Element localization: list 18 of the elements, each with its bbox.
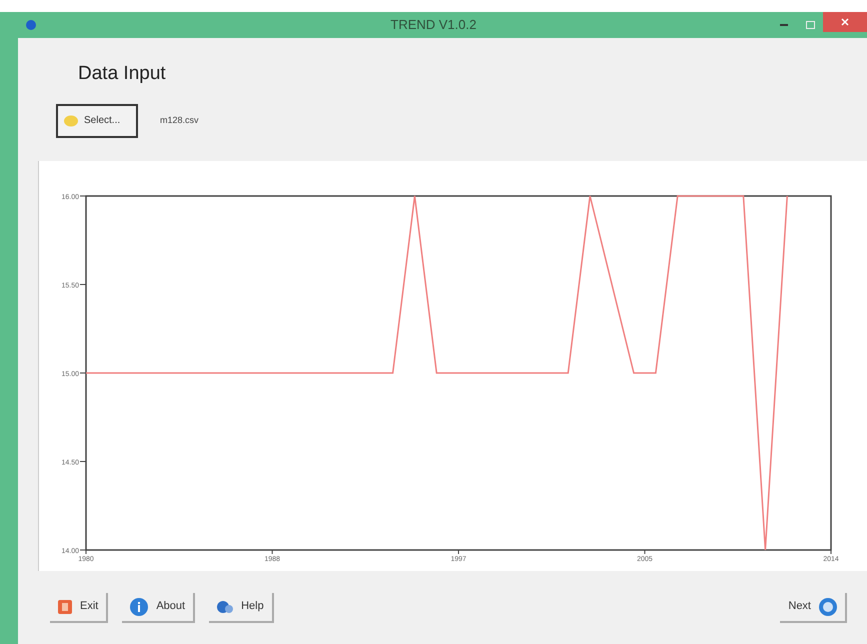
maximize-icon <box>806 21 814 29</box>
help-icon <box>217 600 234 612</box>
help-button[interactable]: Help <box>209 592 274 622</box>
next-button[interactable]: Next <box>780 592 847 622</box>
folder-icon <box>64 114 78 126</box>
file-name: m128.csv <box>160 114 199 127</box>
minimize-icon <box>780 24 788 26</box>
app-icon <box>26 20 36 30</box>
page-heading: Data Input <box>77 62 167 86</box>
select-button[interactable]: Select... <box>56 104 138 138</box>
info-icon <box>130 598 148 616</box>
exit-icon <box>58 600 72 614</box>
about-button[interactable]: About <box>122 592 196 622</box>
window-title: TREND V1.0.2 <box>390 16 478 34</box>
close-button[interactable] <box>823 12 867 32</box>
exit-button[interactable]: Exit <box>50 592 108 622</box>
close-icon <box>841 18 849 26</box>
next-icon <box>819 598 837 616</box>
